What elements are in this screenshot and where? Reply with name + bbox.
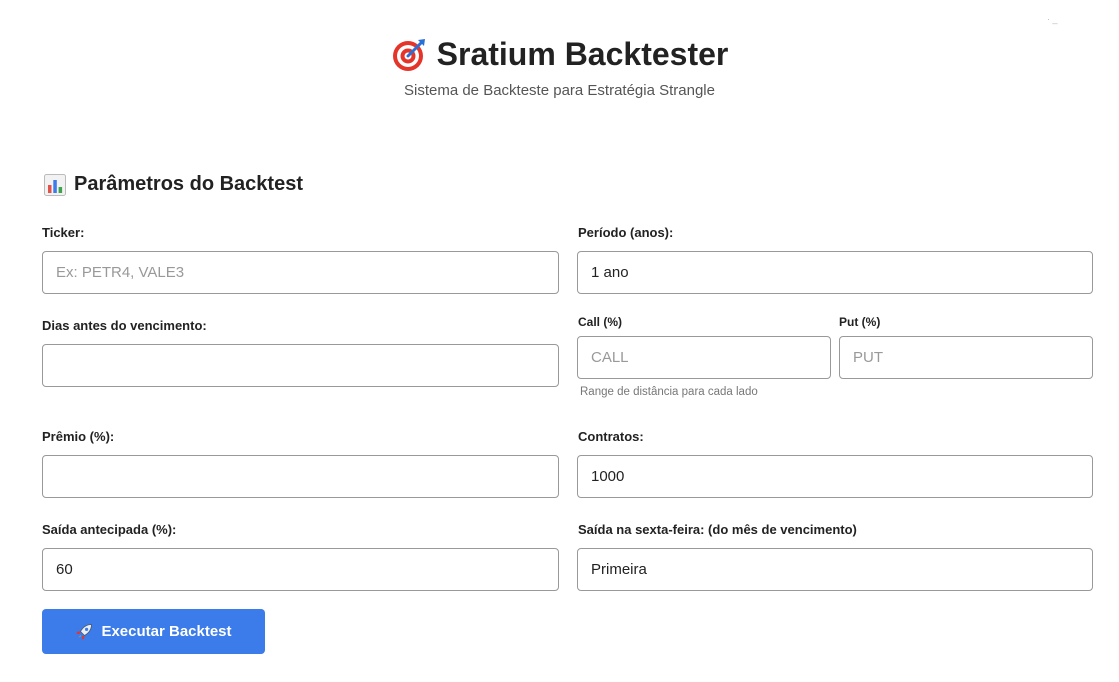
call-label: Call (%) <box>578 315 623 329</box>
ticker-label: Ticker: <box>42 225 85 240</box>
put-label: Put (%) <box>839 315 881 329</box>
contratos-input[interactable] <box>577 455 1093 498</box>
section-header: Parâmetros do Backtest <box>44 173 303 196</box>
run-backtest-button[interactable]: Executar Backtest <box>42 609 265 654</box>
premio-input[interactable] <box>42 455 559 498</box>
saida-sexta-label: Saída na sexta-feira: (do mês de vencime… <box>578 522 857 537</box>
rocket-icon <box>75 623 93 641</box>
ticker-input[interactable] <box>42 251 559 294</box>
bar-chart-icon <box>44 173 66 196</box>
page-header: Sratium Backtester Sistema de Backteste … <box>0 36 1119 99</box>
dias-input[interactable] <box>42 344 559 387</box>
saida-antecipada-input[interactable] <box>42 548 559 591</box>
periodo-select[interactable] <box>577 251 1093 294</box>
target-icon <box>391 37 427 73</box>
saida-sexta-select[interactable] <box>577 548 1093 591</box>
page-title: Sratium Backtester <box>436 36 729 72</box>
premio-label: Prêmio (%): <box>42 429 115 444</box>
saida-antecipada-label: Saída antecipada (%): <box>42 522 177 537</box>
range-hint: Range de distância para cada lado <box>580 386 758 398</box>
corner-mark: · _ <box>1047 14 1058 24</box>
contratos-label: Contratos: <box>578 429 644 444</box>
run-button-label: Executar Backtest <box>101 623 232 640</box>
section-title: Parâmetros do Backtest <box>74 173 303 195</box>
page-subtitle: Sistema de Backteste para Estratégia Str… <box>403 81 715 99</box>
periodo-label: Período (anos): <box>578 225 674 240</box>
call-input[interactable] <box>577 336 831 379</box>
dias-label: Dias antes do vencimento: <box>42 318 207 333</box>
put-input[interactable] <box>839 336 1093 379</box>
